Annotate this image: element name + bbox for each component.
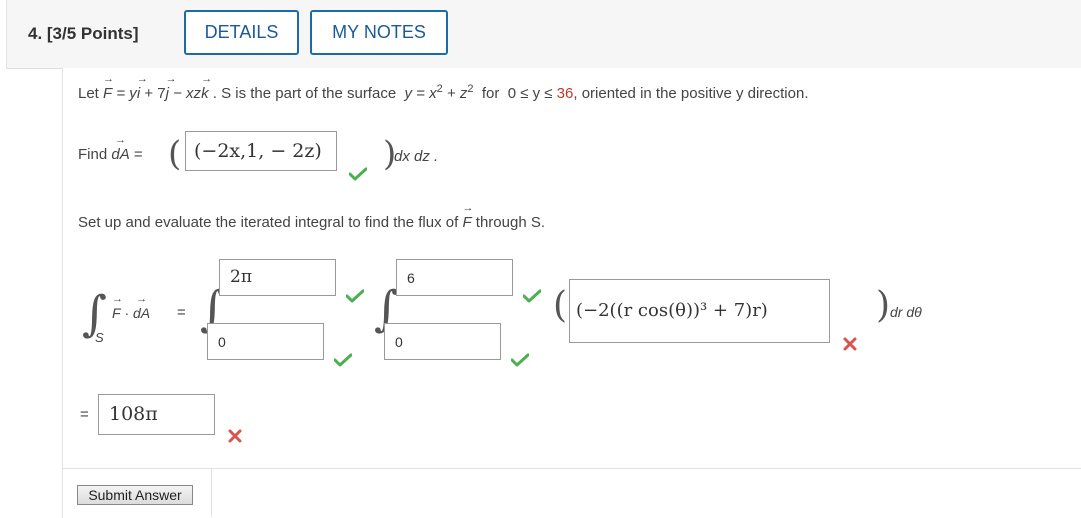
find-da-label: Find dA =	[78, 134, 143, 163]
integral-equals: =	[177, 304, 186, 321]
dr-dtheta-label: dr dθ	[890, 304, 922, 320]
dx-dz-label: dx dz .	[394, 148, 439, 165]
integrand-expression: F · dA	[112, 293, 150, 321]
left-paren: (	[553, 285, 568, 326]
outer-upper-bound-input[interactable]: 2π	[219, 259, 336, 296]
my-notes-button[interactable]: MY NOTES	[310, 10, 448, 55]
question-number: 4. [3/5 Points]	[28, 24, 139, 43]
result-answer-input[interactable]: 108π	[98, 394, 215, 435]
range-max-value: 36	[556, 85, 574, 102]
answer-footer	[62, 468, 1081, 518]
da-answer-input[interactable]: (−2x,1, − 2z)	[185, 131, 337, 171]
left-paren: (	[168, 134, 182, 174]
details-button[interactable]: DETAILS	[184, 10, 299, 55]
question-header	[6, 0, 1081, 69]
unit-k: k	[201, 73, 209, 102]
unit-i: i	[137, 73, 141, 102]
check-icon	[523, 289, 541, 303]
problem-statement: Let F = yi + 7j − xzk . S is the part of…	[78, 73, 809, 102]
outer-lower-bound-input[interactable]: 0	[207, 323, 324, 360]
check-icon	[349, 167, 367, 181]
inner-upper-bound-input[interactable]: 6	[396, 259, 513, 296]
setup-instructions: Set up and evaluate the iterated integra…	[78, 202, 545, 231]
check-icon	[346, 289, 364, 303]
result-equals: =	[80, 406, 89, 423]
footer-divider	[211, 468, 212, 517]
check-icon	[334, 353, 352, 367]
check-icon	[511, 353, 529, 367]
submit-answer-button[interactable]: Submit Answer	[77, 485, 193, 505]
unit-j: j	[166, 73, 170, 102]
right-paren: )	[876, 285, 891, 326]
x-icon	[228, 429, 242, 443]
inner-lower-bound-input[interactable]: 0	[384, 323, 501, 360]
integral-subscript: S	[95, 330, 104, 345]
vector-F: F	[103, 73, 112, 102]
integrand-answer-input[interactable]: (−2((r cos(θ))³ + 7)r)	[569, 279, 830, 343]
x-icon	[843, 337, 857, 351]
